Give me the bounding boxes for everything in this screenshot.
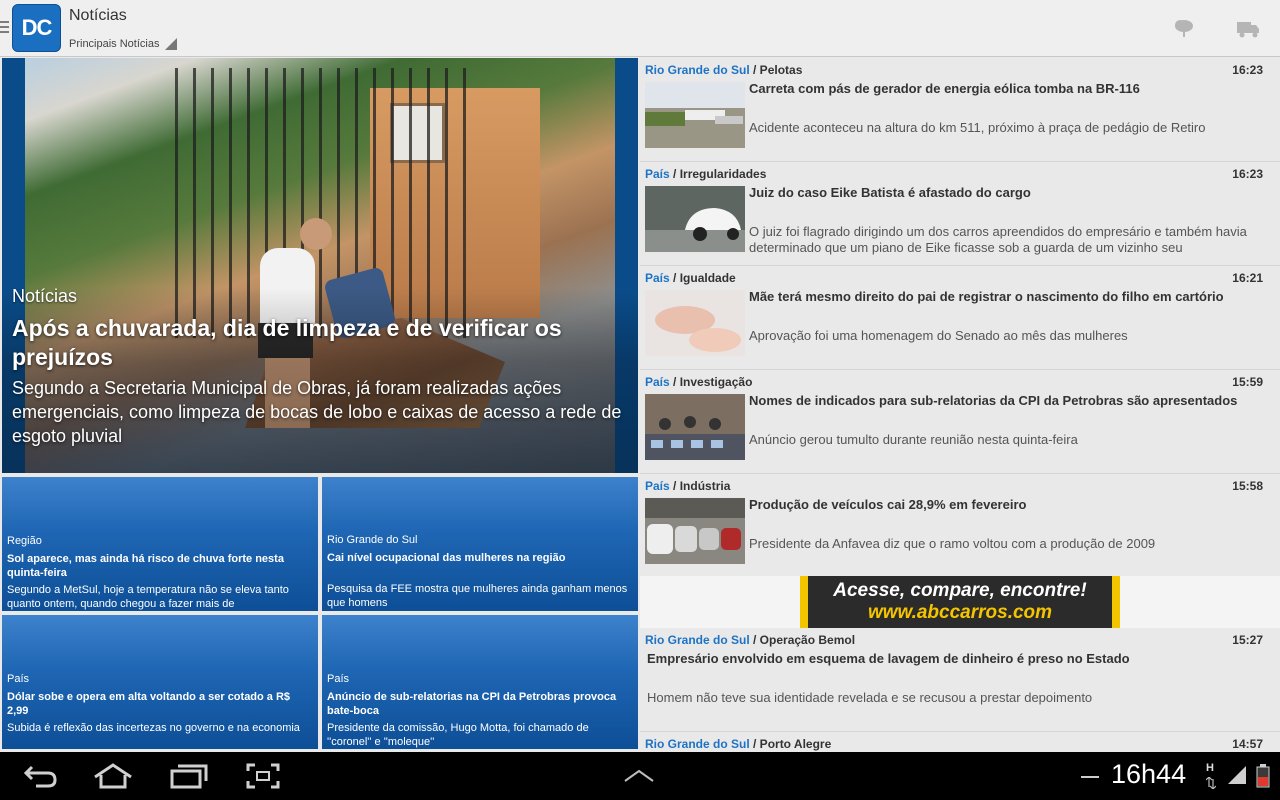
list-item[interactable]: Rio Grande do Sul / Pelotas 16:23 Carret… [640, 58, 1280, 162]
app-logo[interactable]: DC [12, 4, 61, 52]
item-thumbnail [645, 82, 745, 148]
app-title: Notícias [69, 7, 127, 24]
item-category[interactable]: País [645, 271, 670, 285]
item-headline: Juiz do caso Eike Batista é afastado do … [749, 185, 1031, 200]
item-subcategory: / Pelotas [753, 63, 803, 77]
list-item[interactable]: País / Investigação 15:59 Nomes de indic… [640, 370, 1280, 474]
item-category[interactable]: Rio Grande do Sul [645, 63, 750, 77]
item-description: Anúncio gerou tumulto durante reunião ne… [749, 432, 1078, 447]
back-button[interactable] [22, 762, 58, 790]
tile-description: Subida é reflexão das incertezas no gove… [7, 722, 300, 734]
tile-title: Anúncio de sub-relatorias na CPI da Petr… [327, 691, 617, 717]
featured-title: Após a chuvarada, dia de limpeza e de ve… [12, 315, 562, 370]
ad-banner[interactable]: Acesse, compare, encontre! www.abccarros… [800, 576, 1120, 628]
tile-description: Pesquisa da FEE mostra que mulheres aind… [327, 583, 628, 609]
item-time: 16:21 [1232, 271, 1263, 285]
expand-tray-button[interactable] [622, 762, 656, 790]
status-clock[interactable]: 16h44 [1111, 759, 1186, 790]
featured-description: Segundo a Secretaria Municipal de Obras,… [12, 378, 622, 446]
item-time: 16:23 [1232, 63, 1263, 77]
item-subcategory: / Indústria [673, 479, 731, 493]
chevron-up-icon [624, 769, 654, 782]
list-item[interactable]: País / Igualdade 16:21 Mãe terá mesmo di… [640, 266, 1280, 370]
news-list[interactable]: Rio Grande do Sul / Pelotas 16:23 Carret… [640, 58, 1280, 752]
ad-line1: Acesse, compare, encontre! [833, 580, 1087, 601]
tile-section: País [327, 673, 350, 685]
screenshot-icon [246, 763, 280, 789]
news-tile[interactable]: País Dólar sobe e opera em alta voltando… [2, 615, 318, 749]
tile-description: Segundo a MetSul, hoje a temperatura não… [7, 584, 289, 610]
signal-icon [1226, 764, 1248, 791]
item-subcategory: / Irregularidades [673, 167, 767, 181]
action-bar: DC Notícias Principais Notícias [0, 0, 1280, 57]
system-navigation-bar: 16h44 H [0, 752, 1280, 800]
dropdown-triangle-icon [165, 38, 178, 50]
item-subcategory: / Operação Bemol [753, 633, 856, 647]
traffic-truck-icon[interactable] [1236, 17, 1260, 39]
item-time: 14:57 [1232, 737, 1263, 751]
item-category[interactable]: País [645, 167, 670, 181]
item-description: O juiz foi flagrado dirigindo um dos car… [749, 224, 1247, 255]
section-dropdown[interactable]: Principais Notícias [69, 37, 178, 50]
item-headline: Mãe terá mesmo direito do pai de registr… [749, 289, 1224, 304]
item-description: Presidente da Anfavea diz que o ramo vol… [749, 536, 1156, 551]
section-dropdown-label: Principais Notícias [69, 37, 160, 50]
tile-description: Presidente da comissão, Hugo Motta, foi … [327, 722, 589, 748]
tile-title: Sol aparece, mas ainda há risco de chuva… [7, 553, 284, 579]
item-category[interactable]: Rio Grande do Sul [645, 737, 750, 751]
item-category[interactable]: País [645, 479, 670, 493]
tile-section: Região [7, 535, 42, 547]
item-headline: Produção de veículos cai 28,9% em fevere… [749, 497, 1027, 512]
item-headline: Carreta com pás de gerador de energia eó… [749, 81, 1140, 96]
recent-apps-button[interactable] [170, 762, 208, 790]
item-thumbnail [645, 186, 745, 252]
list-item[interactable]: Rio Grande do Sul / Operação Bemol 15:27… [640, 628, 1280, 732]
item-category[interactable]: Rio Grande do Sul [645, 633, 750, 647]
weather-icon[interactable] [1172, 17, 1196, 39]
data-arrows-icon [1205, 776, 1217, 794]
home-button[interactable] [92, 762, 134, 790]
battery-icon [1256, 764, 1270, 793]
item-thumbnail [645, 290, 745, 356]
news-tile[interactable]: País Anúncio de sub-relatorias na CPI da… [322, 615, 638, 749]
data-indicator: H [1206, 762, 1214, 774]
news-tile[interactable]: Rio Grande do Sul Cai nível ocupacional … [322, 477, 638, 611]
tile-section: País [7, 673, 30, 685]
item-category[interactable]: País [645, 375, 670, 389]
list-item[interactable]: País / Irregularidades 16:23 Juiz do cas… [640, 162, 1280, 266]
item-description: Aprovação foi uma homenagem do Senado ao… [749, 328, 1128, 343]
list-item[interactable]: País / Indústria 15:58 Produção de veícu… [640, 474, 1280, 578]
item-time: 15:27 [1232, 633, 1263, 647]
list-item[interactable]: Rio Grande do Sul / Porto Alegre 14:57 [640, 732, 1280, 752]
home-icon [94, 763, 132, 789]
item-thumbnail [645, 498, 745, 564]
drawer-menu-icon[interactable] [0, 21, 10, 35]
item-description: Acidente aconteceu na altura do km 511, … [749, 120, 1206, 135]
item-headline: Empresário envolvido em esquema de lavag… [647, 651, 1130, 666]
back-icon [23, 765, 57, 788]
item-subcategory: / Porto Alegre [753, 737, 832, 751]
ad-line2: www.abccarros.com [867, 602, 1053, 623]
tile-title: Cai nível ocupacional das mulheres na re… [327, 552, 566, 564]
featured-section: Notícias [12, 286, 78, 306]
notification-dash-icon [1081, 776, 1099, 778]
item-subcategory: / Investigação [673, 375, 753, 389]
tile-section: Rio Grande do Sul [327, 534, 418, 546]
featured-story[interactable]: Notícias Após a chuvarada, dia de limpez… [2, 58, 638, 473]
recent-apps-icon [170, 764, 208, 789]
tile-title: Dólar sobe e opera em alta voltando a se… [7, 691, 291, 717]
item-time: 16:23 [1232, 167, 1263, 181]
item-time: 15:59 [1232, 375, 1263, 389]
news-tile[interactable]: Região Sol aparece, mas ainda há risco d… [2, 477, 318, 611]
item-time: 15:58 [1232, 479, 1263, 493]
item-subcategory: / Igualdade [673, 271, 736, 285]
screenshot-button[interactable] [246, 762, 280, 790]
item-headline: Nomes de indicados para sub-relatorias d… [749, 393, 1238, 408]
item-thumbnail [645, 394, 745, 460]
item-description: Homem não teve sua identidade revelada e… [647, 690, 1093, 705]
